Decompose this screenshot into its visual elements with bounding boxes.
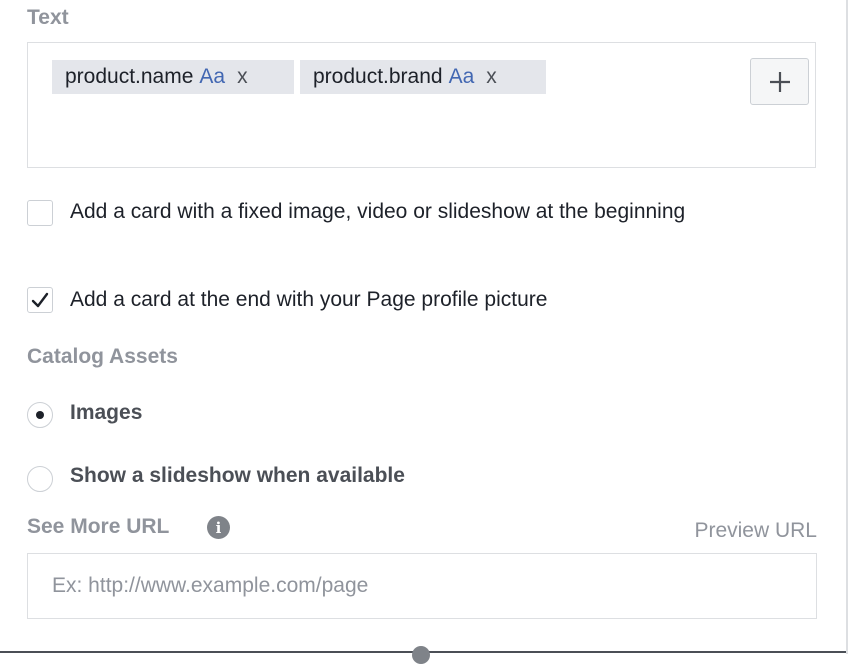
see-more-url-input[interactable]: [27, 553, 817, 619]
catalog-assets-label: Catalog Assets: [27, 345, 178, 368]
text-format-icon[interactable]: Aa: [199, 65, 225, 89]
fixed-card-checkbox[interactable]: [27, 200, 53, 226]
token-label: product.name: [65, 65, 194, 88]
info-icon-partial: [412, 646, 430, 664]
token-product-name[interactable]: product.name Aa x: [52, 60, 294, 94]
token-product-brand[interactable]: product.brand Aa x: [300, 60, 546, 94]
panel-right-border: [846, 0, 848, 654]
add-text-field-button[interactable]: [750, 58, 809, 105]
images-radio-label: Images: [70, 401, 143, 424]
plus-icon: [769, 71, 790, 92]
remove-token-button[interactable]: x: [486, 65, 497, 89]
see-more-url-label: See More URL: [27, 515, 170, 538]
text-format-icon[interactable]: Aa: [449, 65, 475, 89]
radio-selected-dot: [36, 411, 44, 419]
token-label: product.brand: [313, 65, 443, 88]
slideshow-radio-label: Show a slideshow when available: [70, 464, 405, 487]
end-card-label: Add a card at the end with your Page pro…: [70, 288, 548, 311]
remove-token-button[interactable]: x: [237, 65, 248, 89]
fixed-card-label: Add a card with a fixed image, video or …: [70, 200, 686, 223]
text-token-field[interactable]: product.name Aa x product.brand Aa x: [27, 42, 816, 168]
text-section-label: Text: [27, 6, 69, 29]
end-card-checkbox[interactable]: [27, 287, 53, 313]
preview-url-link[interactable]: Preview URL: [694, 519, 817, 543]
checkmark-icon: [31, 292, 49, 308]
images-radio[interactable]: [27, 402, 53, 428]
info-icon[interactable]: i: [207, 516, 230, 539]
slideshow-radio[interactable]: [27, 466, 53, 492]
